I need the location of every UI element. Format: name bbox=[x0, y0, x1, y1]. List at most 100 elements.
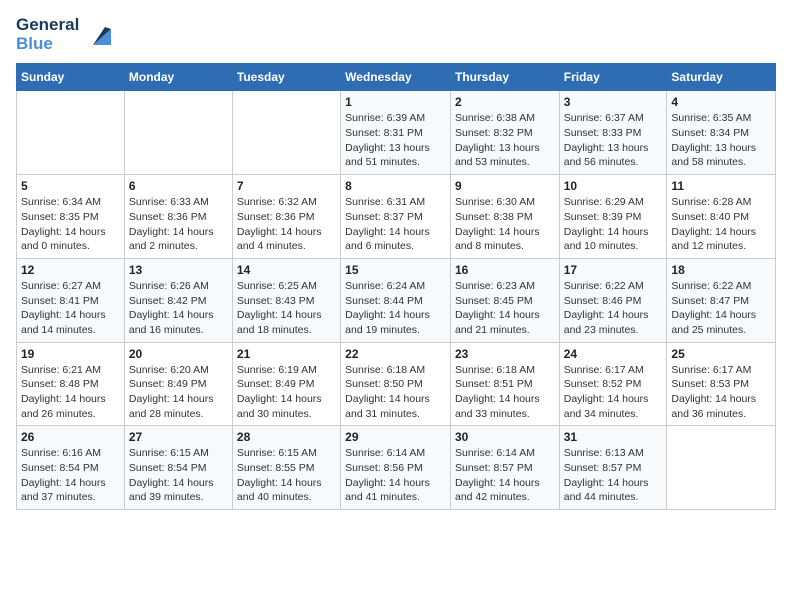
day-info: Sunrise: 6:31 AM Sunset: 8:37 PM Dayligh… bbox=[345, 195, 446, 254]
day-info: Sunrise: 6:21 AM Sunset: 8:48 PM Dayligh… bbox=[21, 363, 120, 422]
week-row-4: 19 Sunrise: 6:21 AM Sunset: 8:48 PM Dayli… bbox=[17, 342, 776, 426]
day-number: 16 bbox=[455, 263, 555, 277]
day-number: 1 bbox=[345, 95, 446, 109]
calendar-cell: 19 Sunrise: 6:21 AM Sunset: 8:48 PM Dayli… bbox=[17, 342, 125, 426]
day-number: 17 bbox=[564, 263, 663, 277]
calendar-cell: 5Sunrise: 6:34 AM Sunset: 8:35 PM Daylig… bbox=[17, 175, 125, 259]
calendar-cell: 7Sunrise: 6:32 AM Sunset: 8:36 PM Daylig… bbox=[232, 175, 340, 259]
weekday-header-wednesday: Wednesday bbox=[341, 64, 451, 91]
day-info: Sunrise: 6:22 AM Sunset: 8:47 PM Dayligh… bbox=[671, 279, 771, 338]
day-info: Sunrise: 6:19 AM Sunset: 8:49 PM Dayligh… bbox=[237, 363, 336, 422]
day-info: Sunrise: 6:35 AM Sunset: 8:34 PM Dayligh… bbox=[671, 111, 771, 170]
calendar-cell: 18 Sunrise: 6:22 AM Sunset: 8:47 PM Dayli… bbox=[667, 258, 776, 342]
day-number: 7 bbox=[237, 179, 336, 193]
day-number: 24 bbox=[564, 347, 663, 361]
day-number: 22 bbox=[345, 347, 446, 361]
calendar-cell bbox=[124, 91, 232, 175]
calendar-cell: 21 Sunrise: 6:19 AM Sunset: 8:49 PM Dayli… bbox=[232, 342, 340, 426]
day-number: 5 bbox=[21, 179, 120, 193]
calendar-cell: 24 Sunrise: 6:17 AM Sunset: 8:52 PM Dayli… bbox=[559, 342, 667, 426]
day-info: Sunrise: 6:23 AM Sunset: 8:45 PM Dayligh… bbox=[455, 279, 555, 338]
day-number: 8 bbox=[345, 179, 446, 193]
weekday-header-monday: Monday bbox=[124, 64, 232, 91]
page-header: General Blue bbox=[16, 16, 776, 53]
day-info: Sunrise: 6:14 AM Sunset: 8:56 PM Dayligh… bbox=[345, 446, 446, 505]
day-info: Sunrise: 6:39 AM Sunset: 8:31 PM Dayligh… bbox=[345, 111, 446, 170]
calendar-cell bbox=[667, 426, 776, 510]
day-number: 27 bbox=[129, 430, 228, 444]
day-number: 6 bbox=[129, 179, 228, 193]
day-number: 21 bbox=[237, 347, 336, 361]
calendar-cell: 1 Sunrise: 6:39 AM Sunset: 8:31 PM Daylig… bbox=[341, 91, 451, 175]
day-number: 11 bbox=[671, 179, 771, 193]
week-row-1: 1 Sunrise: 6:39 AM Sunset: 8:31 PM Daylig… bbox=[17, 91, 776, 175]
weekday-header-sunday: Sunday bbox=[17, 64, 125, 91]
weekday-header-row: SundayMondayTuesdayWednesdayThursdayFrid… bbox=[17, 64, 776, 91]
calendar-cell bbox=[232, 91, 340, 175]
day-number: 4 bbox=[671, 95, 771, 109]
calendar-cell: 15Sunrise: 6:24 AM Sunset: 8:44 PM Dayli… bbox=[341, 258, 451, 342]
calendar-cell: 4 Sunrise: 6:35 AM Sunset: 8:34 PM Daylig… bbox=[667, 91, 776, 175]
day-info: Sunrise: 6:14 AM Sunset: 8:57 PM Dayligh… bbox=[455, 446, 555, 505]
logo: General Blue bbox=[16, 16, 119, 53]
calendar-cell: 12 Sunrise: 6:27 AM Sunset: 8:41 PM Dayli… bbox=[17, 258, 125, 342]
day-info: Sunrise: 6:27 AM Sunset: 8:41 PM Dayligh… bbox=[21, 279, 120, 338]
calendar-cell: 17 Sunrise: 6:22 AM Sunset: 8:46 PM Dayli… bbox=[559, 258, 667, 342]
day-info: Sunrise: 6:38 AM Sunset: 8:32 PM Dayligh… bbox=[455, 111, 555, 170]
day-number: 29 bbox=[345, 430, 446, 444]
calendar-table: SundayMondayTuesdayWednesdayThursdayFrid… bbox=[16, 63, 776, 510]
calendar-cell: 10 Sunrise: 6:29 AM Sunset: 8:39 PM Dayli… bbox=[559, 175, 667, 259]
logo-icon bbox=[83, 17, 119, 53]
day-info: Sunrise: 6:37 AM Sunset: 8:33 PM Dayligh… bbox=[564, 111, 663, 170]
day-info: Sunrise: 6:22 AM Sunset: 8:46 PM Dayligh… bbox=[564, 279, 663, 338]
day-number: 19 bbox=[21, 347, 120, 361]
day-number: 13 bbox=[129, 263, 228, 277]
calendar-cell: 3 Sunrise: 6:37 AM Sunset: 8:33 PM Daylig… bbox=[559, 91, 667, 175]
day-number: 12 bbox=[21, 263, 120, 277]
calendar-cell: 16 Sunrise: 6:23 AM Sunset: 8:45 PM Dayli… bbox=[450, 258, 559, 342]
day-number: 25 bbox=[671, 347, 771, 361]
calendar-cell: 14Sunrise: 6:25 AM Sunset: 8:43 PM Dayli… bbox=[232, 258, 340, 342]
day-number: 18 bbox=[671, 263, 771, 277]
weekday-header-saturday: Saturday bbox=[667, 64, 776, 91]
calendar-cell: 11Sunrise: 6:28 AM Sunset: 8:40 PM Dayli… bbox=[667, 175, 776, 259]
calendar-cell: 29 Sunrise: 6:14 AM Sunset: 8:56 PM Dayli… bbox=[341, 426, 451, 510]
day-info: Sunrise: 6:17 AM Sunset: 8:53 PM Dayligh… bbox=[671, 363, 771, 422]
calendar-cell: 31 Sunrise: 6:13 AM Sunset: 8:57 PM Dayli… bbox=[559, 426, 667, 510]
day-info: Sunrise: 6:26 AM Sunset: 8:42 PM Dayligh… bbox=[129, 279, 228, 338]
day-number: 28 bbox=[237, 430, 336, 444]
day-number: 3 bbox=[564, 95, 663, 109]
week-row-2: 5Sunrise: 6:34 AM Sunset: 8:35 PM Daylig… bbox=[17, 175, 776, 259]
day-info: Sunrise: 6:25 AM Sunset: 8:43 PM Dayligh… bbox=[237, 279, 336, 338]
calendar-cell: 22 Sunrise: 6:18 AM Sunset: 8:50 PM Dayli… bbox=[341, 342, 451, 426]
day-info: Sunrise: 6:15 AM Sunset: 8:54 PM Dayligh… bbox=[129, 446, 228, 505]
day-number: 15 bbox=[345, 263, 446, 277]
week-row-3: 12 Sunrise: 6:27 AM Sunset: 8:41 PM Dayli… bbox=[17, 258, 776, 342]
day-number: 31 bbox=[564, 430, 663, 444]
calendar-cell: 6 Sunrise: 6:33 AM Sunset: 8:36 PM Daylig… bbox=[124, 175, 232, 259]
day-info: Sunrise: 6:20 AM Sunset: 8:49 PM Dayligh… bbox=[129, 363, 228, 422]
day-info: Sunrise: 6:18 AM Sunset: 8:51 PM Dayligh… bbox=[455, 363, 555, 422]
day-info: Sunrise: 6:18 AM Sunset: 8:50 PM Dayligh… bbox=[345, 363, 446, 422]
day-number: 26 bbox=[21, 430, 120, 444]
logo-line1: General bbox=[16, 16, 79, 35]
day-info: Sunrise: 6:17 AM Sunset: 8:52 PM Dayligh… bbox=[564, 363, 663, 422]
weekday-header-tuesday: Tuesday bbox=[232, 64, 340, 91]
calendar-cell: 23 Sunrise: 6:18 AM Sunset: 8:51 PM Dayli… bbox=[450, 342, 559, 426]
day-number: 23 bbox=[455, 347, 555, 361]
day-number: 9 bbox=[455, 179, 555, 193]
calendar-cell: 20Sunrise: 6:20 AM Sunset: 8:49 PM Dayli… bbox=[124, 342, 232, 426]
calendar-cell bbox=[17, 91, 125, 175]
calendar-cell: 25 Sunrise: 6:17 AM Sunset: 8:53 PM Dayli… bbox=[667, 342, 776, 426]
calendar-cell: 30Sunrise: 6:14 AM Sunset: 8:57 PM Dayli… bbox=[450, 426, 559, 510]
logo-line2: Blue bbox=[16, 35, 79, 54]
day-number: 2 bbox=[455, 95, 555, 109]
day-info: Sunrise: 6:15 AM Sunset: 8:55 PM Dayligh… bbox=[237, 446, 336, 505]
day-number: 10 bbox=[564, 179, 663, 193]
calendar-cell: 28 Sunrise: 6:15 AM Sunset: 8:55 PM Dayli… bbox=[232, 426, 340, 510]
calendar-cell: 8 Sunrise: 6:31 AM Sunset: 8:37 PM Daylig… bbox=[341, 175, 451, 259]
day-info: Sunrise: 6:30 AM Sunset: 8:38 PM Dayligh… bbox=[455, 195, 555, 254]
day-info: Sunrise: 6:29 AM Sunset: 8:39 PM Dayligh… bbox=[564, 195, 663, 254]
day-info: Sunrise: 6:33 AM Sunset: 8:36 PM Dayligh… bbox=[129, 195, 228, 254]
day-info: Sunrise: 6:13 AM Sunset: 8:57 PM Dayligh… bbox=[564, 446, 663, 505]
